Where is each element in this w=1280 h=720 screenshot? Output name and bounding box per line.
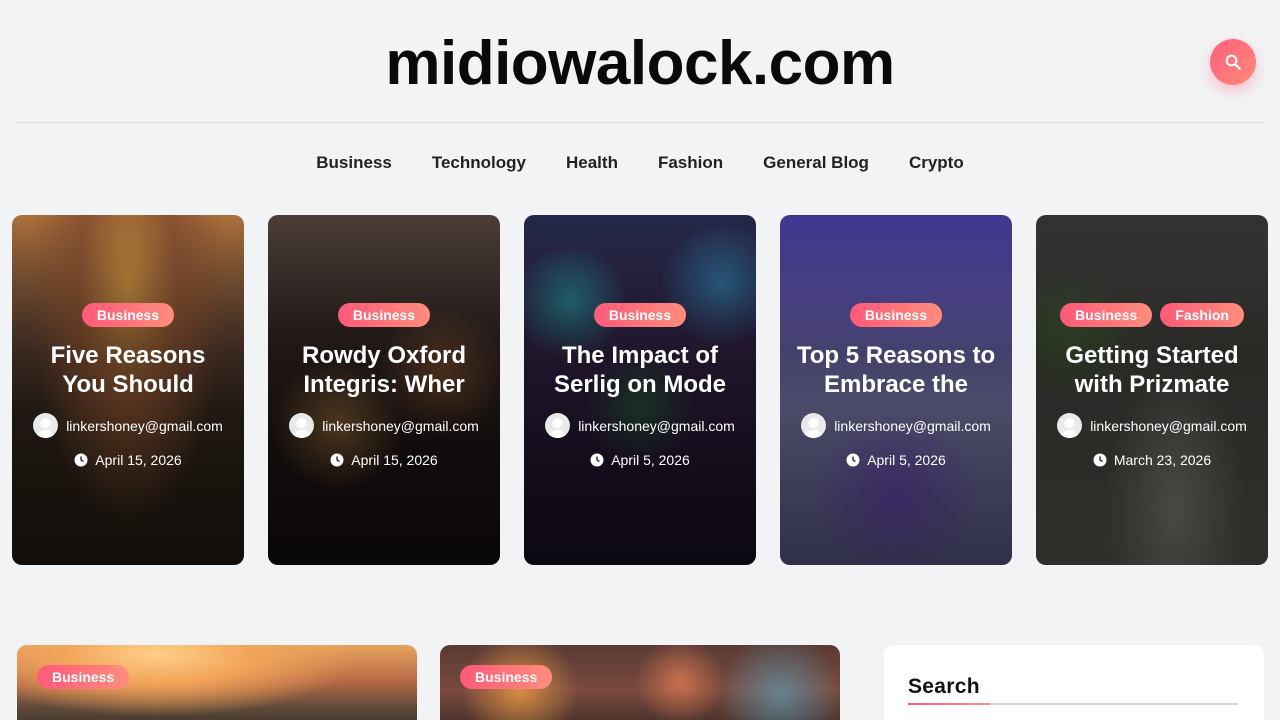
clock-icon (74, 453, 88, 467)
featured-card[interactable]: Business Fashion Getting Started with Pr… (1036, 215, 1268, 565)
clock-icon (590, 453, 604, 467)
header-divider (16, 122, 1264, 123)
card-title[interactable]: Rowdy Oxford Integris: Wher (268, 341, 500, 399)
post-date: March 23, 2026 (1113, 452, 1212, 468)
nav-item-technology[interactable]: Technology (412, 153, 546, 173)
nav-item-crypto[interactable]: Crypto (889, 153, 984, 173)
site-title[interactable]: midiowalock.com (0, 28, 1280, 99)
author-link[interactable]: linkershoney@gmail.com (66, 418, 223, 434)
nav-item-general-blog[interactable]: General Blog (743, 153, 889, 173)
user-avatar-icon (289, 413, 315, 438)
featured-card[interactable]: Business Five Reasons You Should linkers… (12, 215, 244, 565)
card-title[interactable]: Top 5 Reasons to Embrace the (780, 341, 1012, 399)
category-badge[interactable]: Business (337, 303, 431, 327)
category-badge[interactable]: Business (81, 303, 175, 327)
main-nav: Business Technology Health Fashion Gener… (0, 153, 1280, 173)
featured-card[interactable]: Business The Impact of Serlig on Mode li… (524, 215, 756, 565)
card-title[interactable]: Five Reasons You Should (12, 341, 244, 399)
search-widget: Search (884, 645, 1264, 720)
nav-item-fashion[interactable]: Fashion (638, 153, 743, 173)
post-card[interactable]: Business (17, 645, 417, 720)
clock-icon (846, 453, 860, 467)
post-date: April 15, 2026 (95, 452, 182, 468)
post-date: April 15, 2026 (351, 452, 438, 468)
clock-icon (330, 453, 344, 467)
author-link[interactable]: linkershoney@gmail.com (578, 418, 735, 434)
card-title[interactable]: The Impact of Serlig on Mode (524, 341, 756, 399)
clock-icon (1093, 453, 1107, 467)
category-badge[interactable]: Business (849, 303, 943, 327)
post-date: April 5, 2026 (611, 452, 690, 468)
author-link[interactable]: linkershoney@gmail.com (834, 418, 991, 434)
featured-card[interactable]: Business Top 5 Reasons to Embrace the li… (780, 215, 1012, 565)
author-link[interactable]: linkershoney@gmail.com (322, 418, 479, 434)
featured-posts: Business Five Reasons You Should linkers… (12, 215, 1268, 565)
user-avatar-icon (545, 413, 571, 438)
category-badge[interactable]: Fashion (1160, 303, 1244, 327)
post-card[interactable]: Business (440, 645, 840, 720)
nav-item-health[interactable]: Health (546, 153, 638, 173)
category-badge[interactable]: Business (1060, 303, 1153, 327)
search-button[interactable] (1210, 39, 1256, 85)
category-badge[interactable]: Business (460, 665, 553, 689)
card-title[interactable]: Getting Started with Prizmate (1036, 341, 1268, 399)
user-avatar-icon (801, 413, 827, 438)
user-avatar-icon (1057, 413, 1083, 438)
category-badge[interactable]: Business (593, 303, 687, 327)
user-avatar-icon (33, 413, 59, 438)
post-date: April 5, 2026 (867, 452, 946, 468)
search-icon (1225, 54, 1241, 70)
widget-title: Search (908, 675, 980, 698)
category-badge[interactable]: Business (37, 665, 130, 689)
featured-card[interactable]: Business Rowdy Oxford Integris: Wher lin… (268, 215, 500, 565)
widget-divider-accent (908, 703, 990, 705)
nav-item-business[interactable]: Business (296, 153, 412, 173)
author-link[interactable]: linkershoney@gmail.com (1090, 418, 1247, 434)
